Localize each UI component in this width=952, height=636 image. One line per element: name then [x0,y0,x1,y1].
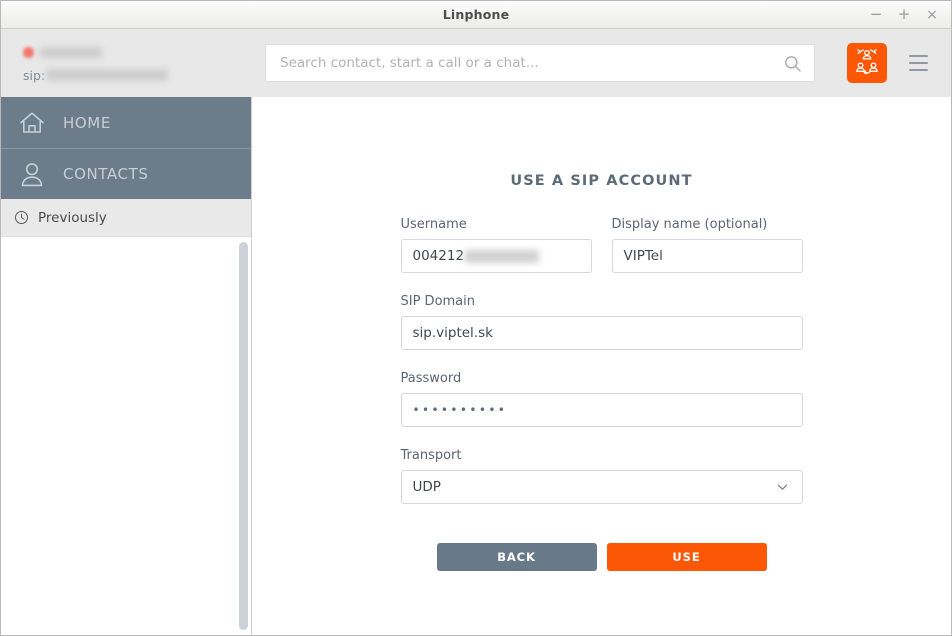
transport-field-group: Transport UDP [400,448,803,504]
body-split: HOME CONTACTS Previously USE A SIP ACCOU… [1,97,951,635]
sip-prefix-label: sip: [23,67,46,83]
conference-button[interactable] [847,43,887,83]
use-button[interactable]: USE [606,543,767,571]
presence-dot-icon [23,47,34,58]
contacts-icon [17,161,47,188]
account-name-redacted [40,47,102,58]
search-area [251,44,829,82]
password-label: Password [400,371,462,386]
username-input[interactable]: 004212 [400,239,592,273]
linphone-window: Linphone − + × sip: Search contact, star… [0,0,952,636]
history-scrollbar[interactable] [239,242,248,630]
sidebar-item-home-label: HOME [63,113,111,132]
chevron-down-icon [775,480,790,495]
search-icon[interactable] [782,53,802,73]
page-title: USE A SIP ACCOUNT [510,173,693,189]
transport-select[interactable]: UDP [400,470,803,504]
maximize-icon[interactable]: + [891,4,917,26]
window-title: Linphone [442,7,510,22]
password-input[interactable]: •••••••••• [400,393,803,427]
display-name-label: Display name (optional) [611,217,768,232]
search-input[interactable] [266,45,814,81]
username-label: Username [400,217,467,232]
sip-domain-field-group: SIP Domain sip.viptel.sk [400,294,803,350]
sidebar-item-contacts[interactable]: CONTACTS [1,148,251,199]
form-actions: BACK USE [401,543,803,571]
display-name-input[interactable]: VIPTel [611,239,803,273]
sip-account-form: Username 004212 Display name (optional) … [400,217,803,525]
main-content: USE A SIP ACCOUNT Username 004212 Displa… [252,97,951,635]
transport-value: UDP [412,479,441,495]
account-address-redacted [46,69,169,81]
sip-domain-input[interactable]: sip.viptel.sk [400,316,803,350]
previously-header[interactable]: Previously [1,199,251,237]
minimize-icon[interactable]: − [863,4,889,26]
sip-domain-label: SIP Domain [400,294,476,309]
display-name-field-group: Display name (optional) VIPTel [611,217,803,273]
sidebar-item-home[interactable]: HOME [1,97,251,148]
username-redacted [465,249,540,263]
hamburger-menu-button[interactable] [901,43,935,83]
password-field-group: Password •••••••••• [400,371,803,427]
username-field-group: Username 004212 [400,217,592,273]
sidebar-item-contacts-label: CONTACTS [63,165,149,183]
window-controls: − + × [863,1,945,28]
form-row-identity: Username 004212 Display name (optional) … [400,217,803,294]
account-summary[interactable]: sip: [1,44,251,83]
conference-icon [853,47,881,79]
transport-label: Transport [400,448,462,463]
account-name-row [23,44,251,61]
home-icon [17,110,47,136]
username-value: 004212 [412,248,465,264]
hamburger-menu-icon [908,55,928,71]
sidebar: HOME CONTACTS Previously [1,97,252,635]
close-icon[interactable]: × [919,4,945,26]
app-header: sip: [1,29,951,97]
back-button[interactable]: BACK [436,543,597,571]
password-value: •••••••••• [412,403,508,417]
history-list [1,237,251,635]
clock-icon [14,210,29,225]
previously-label: Previously [38,209,107,226]
title-bar: Linphone − + × [1,1,951,29]
account-address-row: sip: [23,67,251,83]
search-box[interactable] [265,44,815,82]
